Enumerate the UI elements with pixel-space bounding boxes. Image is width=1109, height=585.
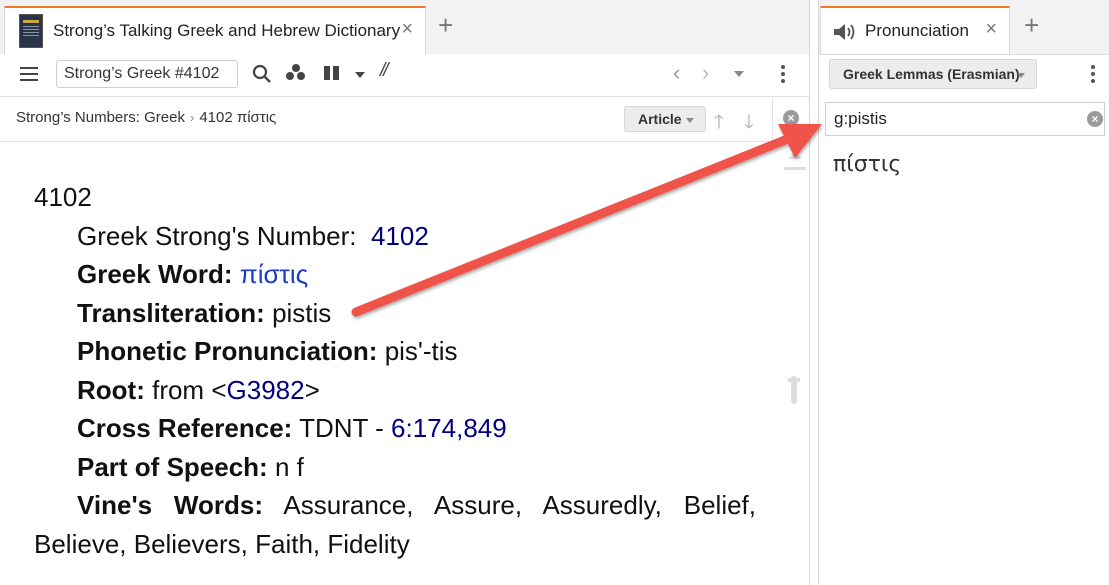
root-label: Root: [77, 374, 145, 405]
pronunciation-search-input[interactable] [825, 102, 1105, 136]
previous-article-icon[interactable]: 🡑 [714, 108, 724, 140]
strongs-number-label: Greek Strong's Number: [77, 220, 357, 251]
parallel-resources-icon[interactable] [286, 64, 306, 82]
left-toolbar [0, 54, 809, 97]
root-link[interactable]: G3982 [227, 375, 305, 405]
close-tab-icon[interactable]: × [401, 18, 413, 41]
visual-filters-icon[interactable] [324, 66, 340, 80]
panel-menu-icon[interactable] [20, 67, 38, 81]
part-of-speech-value: n f [274, 451, 304, 482]
transliteration-label: Transliteration: [77, 297, 265, 328]
transliteration-value: pistis [272, 297, 332, 328]
vines-words-label: Vine's Words: [77, 490, 263, 520]
strongs-number-row: Greek Strong's Number: 4102 [34, 217, 774, 256]
scrollbar-thumb[interactable] [788, 376, 800, 404]
root-prefix: from < [152, 374, 227, 405]
clear-search-icon[interactable]: × [1087, 111, 1103, 127]
chevron-down-icon [686, 118, 694, 123]
add-tab-icon[interactable]: + [1024, 12, 1039, 38]
divider [772, 98, 773, 141]
close-tab-icon[interactable]: × [985, 18, 997, 41]
lemma-button-label: Greek Lemmas (Erasmian) [843, 66, 1020, 82]
reference-input[interactable] [56, 60, 238, 88]
cross-reference-link[interactable]: 6:174,849 [391, 413, 507, 443]
history-dropdown-icon[interactable] [734, 71, 744, 77]
part-of-speech-row: Part of Speech: n f [34, 448, 774, 487]
left-panel-more-icon[interactable] [781, 65, 785, 86]
root-suffix: > [304, 374, 320, 405]
breadcrumb-resource[interactable]: Strong’s Numbers: Greek [16, 109, 185, 126]
breadcrumb: Strong’s Numbers: Greek › 4102 πίστις [16, 109, 276, 126]
strongs-number-link[interactable]: 4102 [371, 221, 429, 251]
book-cover-icon [19, 14, 43, 48]
greek-word-row: Greek Word: πίστις [34, 255, 774, 294]
phonetic-label: Phonetic Pronunciation: [77, 336, 378, 366]
cross-reference-prefix: TDNT - [299, 413, 392, 443]
phonetic-value: pis'-tis [384, 336, 458, 366]
phonetic-row: Phonetic Pronunciation: pis'-tis [34, 332, 774, 371]
dictionary-panel: Strong’s Talking Greek and Hebrew Dictio… [0, 0, 810, 585]
link-set-icon[interactable]: // [380, 60, 388, 82]
clear-breadcrumb-icon[interactable]: × [783, 110, 799, 126]
tab-strongs-dictionary[interactable]: Strong’s Talking Greek and Hebrew Dictio… [4, 6, 426, 54]
right-tab-bar: Pronunciation × + [819, 0, 1109, 55]
tab-title: Pronunciation [865, 21, 969, 40]
lemma-dropdown-button[interactable]: Greek Lemmas (Erasmian) [829, 59, 1037, 89]
right-panel-more-icon[interactable] [1091, 65, 1095, 86]
transliteration-row: Transliteration: pistis [34, 294, 774, 333]
next-article-icon[interactable]: 🡓 [744, 108, 754, 140]
article-dropdown-button[interactable]: Article [624, 106, 706, 132]
cross-reference-label: Cross Reference: [77, 413, 293, 443]
history-back-icon[interactable]: ‹ [673, 60, 680, 86]
left-tab-bar: Strong’s Talking Greek and Hebrew Dictio… [0, 0, 809, 55]
root-row: Root: from <G3982> [34, 371, 774, 410]
search-icon[interactable] [252, 64, 272, 84]
greek-word-label: Greek Word: [77, 259, 233, 289]
breadcrumb-separator: › [189, 110, 195, 125]
vines-words-row: Vine's Words: Assurance, Assure, Assured… [34, 486, 756, 563]
dictionary-article: 4102 Greek Strong's Number: 4102 Greek W… [34, 178, 774, 563]
greek-word-link[interactable]: πίστις [240, 259, 308, 289]
speaker-icon [834, 24, 855, 40]
history-forward-icon[interactable]: › [702, 60, 709, 86]
tab-title: Strong’s Talking Greek and Hebrew Dictio… [53, 21, 401, 40]
chevron-down-icon [1017, 73, 1025, 78]
article-button-label: Article [638, 111, 682, 127]
cross-reference-row: Cross Reference: TDNT - 6:174,849 [34, 409, 774, 448]
breadcrumb-entry[interactable]: 4102 πίστις [199, 109, 276, 126]
tab-pronunciation[interactable]: Pronunciation × [820, 6, 1010, 54]
entry-number: 4102 [34, 182, 92, 212]
part-of-speech-label: Part of Speech: [77, 451, 268, 482]
pronunciation-panel: Pronunciation × + Greek Lemmas (Erasmian… [818, 0, 1109, 585]
add-tab-icon[interactable]: + [438, 12, 453, 38]
pronunciation-result[interactable]: πίστις [833, 152, 901, 177]
scroll-top-icon[interactable] [782, 150, 808, 172]
visual-filters-dropdown-icon[interactable] [355, 72, 365, 78]
